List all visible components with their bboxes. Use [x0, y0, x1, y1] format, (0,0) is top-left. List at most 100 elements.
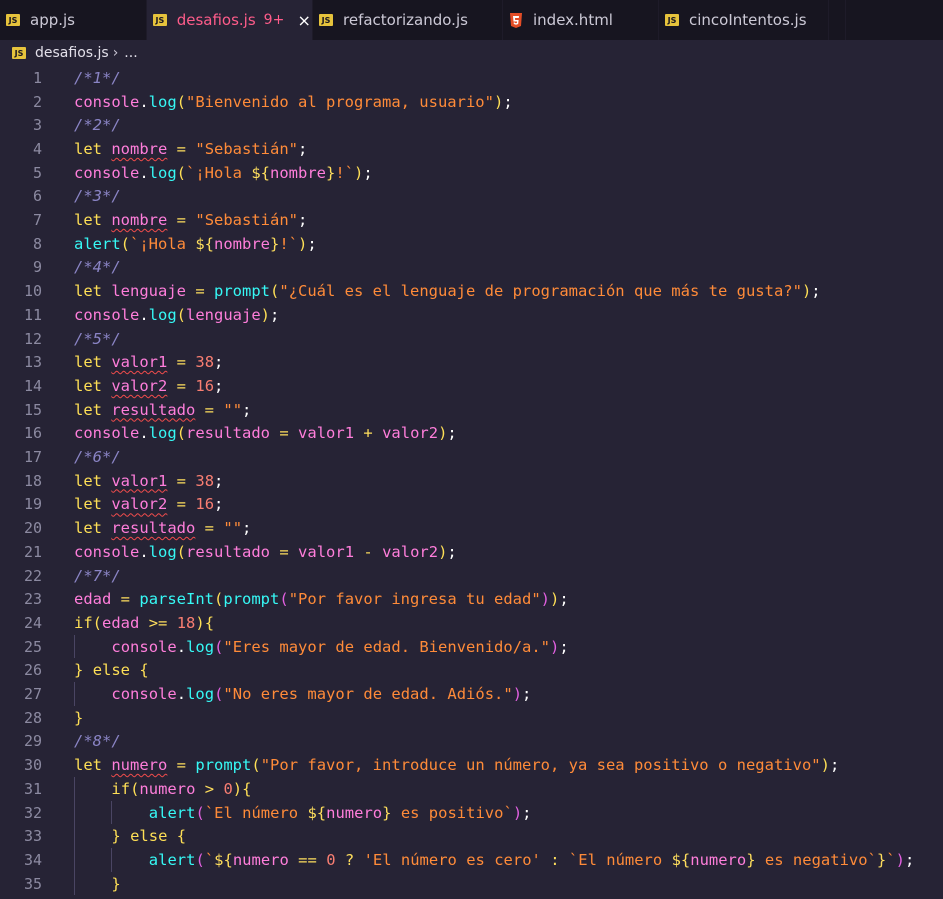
breadcrumb-more[interactable]: ...	[124, 45, 137, 61]
code-token: valor1	[111, 471, 168, 490]
code-token: let	[74, 376, 112, 395]
code-token: }	[74, 708, 84, 727]
tab-desafios-js[interactable]: JS desafios.js 9+ ×	[147, 0, 313, 40]
code-token: log	[186, 685, 215, 704]
code-line[interactable]: 5 console.log(`¡Hola ${nombre}!`);	[0, 161, 943, 185]
code-line[interactable]: 20 let resultado = "";	[0, 516, 943, 540]
code-token: `	[886, 850, 896, 869]
code-token: =	[204, 519, 215, 538]
code-line[interactable]: 29 /*8*/	[0, 730, 943, 754]
code-line[interactable]: 14 let valor2 = 16;	[0, 374, 943, 398]
code-line[interactable]: 1 /*1*/	[0, 66, 943, 90]
code-token: alert	[148, 850, 196, 869]
code-line[interactable]: 11 console.log(lenguaje);	[0, 303, 943, 327]
code-line[interactable]: 2 console.log("Bienvenido al programa, us…	[0, 90, 943, 114]
tab-app-js[interactable]: JS app.js	[0, 0, 147, 40]
code-text: console.log(resultado = valor1 - valor2)…	[74, 543, 457, 561]
code-line[interactable]: 10 let lenguaje = prompt("¿Cuál es el len…	[0, 279, 943, 303]
line-number: 26	[23, 661, 42, 680]
code-token: }	[746, 850, 756, 869]
code-token: ${	[307, 803, 327, 822]
code-line[interactable]: 4 let nombre = "Sebastián";	[0, 137, 943, 161]
code-token: lenguaje	[186, 305, 261, 324]
code-line[interactable]: 31 if(numero > 0){	[0, 777, 943, 801]
code-token: es positivo`	[391, 803, 513, 822]
code-line[interactable]: 24 if(edad >= 18){	[0, 611, 943, 635]
code-token: valor2	[382, 424, 439, 443]
code-line[interactable]: 8 alert(`¡Hola ${nombre}!`);	[0, 232, 943, 256]
code-text: if(edad >= 18){	[74, 614, 214, 632]
code-token: resultado	[111, 400, 196, 419]
line-number: 15	[23, 400, 42, 419]
indent-guide	[74, 634, 75, 659]
code-token: )	[540, 590, 551, 609]
indent-guide	[74, 824, 75, 849]
code-line[interactable]: 6 /*3*/	[0, 185, 943, 209]
code-token: ;	[829, 756, 840, 775]
code-line[interactable]: 25 console.log("Eres mayor de edad. Bienv…	[0, 634, 943, 659]
code-line[interactable]: 9 /*4*/	[0, 256, 943, 280]
code-token: "Sebastián"	[195, 139, 299, 158]
code-line[interactable]: 12 /*5*/	[0, 327, 943, 351]
close-icon[interactable]: ×	[296, 11, 312, 30]
code-text: alert(`¡Hola ${nombre}!`);	[74, 235, 317, 253]
code-line[interactable]: 28}	[0, 706, 943, 730]
code-token: parseInt	[139, 590, 215, 609]
code-line[interactable]: 23 edad = parseInt(prompt("Por favor ingr…	[0, 587, 943, 611]
indent-guide	[74, 871, 75, 896]
code-token: log	[148, 542, 177, 561]
code-line[interactable]: 17 /*6*/	[0, 445, 943, 469]
code-token: =	[176, 376, 187, 395]
code-line[interactable]: 16 console.log(resultado = valor1 + valor…	[0, 422, 943, 446]
code-line[interactable]: 34 alert(`${numero == 0 ? 'El número es c…	[0, 848, 943, 872]
code-token: ;	[214, 495, 224, 514]
code-editor[interactable]: 1/*1*/2 console.log("Bienvenido al progra…	[0, 66, 943, 899]
code-token: ;	[559, 590, 569, 609]
code-line[interactable]: 33} else {	[0, 824, 943, 849]
code-line[interactable]: 35}	[0, 871, 943, 896]
code-token: =	[176, 211, 187, 230]
code-token: }	[326, 163, 336, 182]
code-line[interactable]: 26} else {	[0, 659, 943, 683]
js-icon: JS	[319, 14, 333, 26]
code-text: edad = parseInt(prompt("Por favor ingres…	[74, 590, 569, 608]
code-token: )	[512, 803, 523, 822]
code-line[interactable]: 19 let valor2 = 16;	[0, 493, 943, 517]
code-token: =	[279, 424, 289, 443]
code-token: )	[493, 92, 504, 111]
code-token: numero	[232, 850, 289, 869]
code-line[interactable]: 3 /*2*/	[0, 113, 943, 137]
breadcrumb-file[interactable]: desafios.js	[35, 45, 109, 61]
code-line[interactable]: 13 let valor1 = 38;	[0, 350, 943, 374]
code-token: )	[820, 756, 830, 775]
code-token: ;	[522, 803, 532, 822]
code-token: +	[363, 424, 373, 443]
code-token: ;	[214, 471, 224, 490]
tab-cincointentos-js[interactable]: JS cincoIntentos.js	[659, 0, 829, 40]
code-line[interactable]: 30 let numero = prompt("Por favor, introd…	[0, 753, 943, 777]
code-line[interactable]: 21 console.log(resultado = valor1 - valor…	[0, 540, 943, 564]
code-text: /*4*/	[74, 258, 121, 276]
line-number: 31	[23, 779, 42, 798]
code-token: ==	[298, 850, 317, 869]
code-line[interactable]: 7 let nombre = "Sebastián";	[0, 208, 943, 232]
line-number: 6	[32, 187, 42, 206]
code-line[interactable]: 15 let resultado = "";	[0, 398, 943, 422]
code-line[interactable]: 27 console.log("No eres mayor de edad. Ad…	[0, 682, 943, 706]
code-token: ;	[298, 211, 308, 230]
code-line[interactable]: 18 let valor1 = 38;	[0, 469, 943, 493]
code-line[interactable]: 32 alert(`El número ${numero} es positivo…	[0, 800, 943, 825]
tab-index-html[interactable]: index.html	[503, 0, 659, 40]
code-token: ;	[811, 282, 821, 301]
code-line[interactable]: 22 /*7*/	[0, 564, 943, 588]
tab-refactorizando-js[interactable]: JS refactorizando.js	[313, 0, 503, 40]
